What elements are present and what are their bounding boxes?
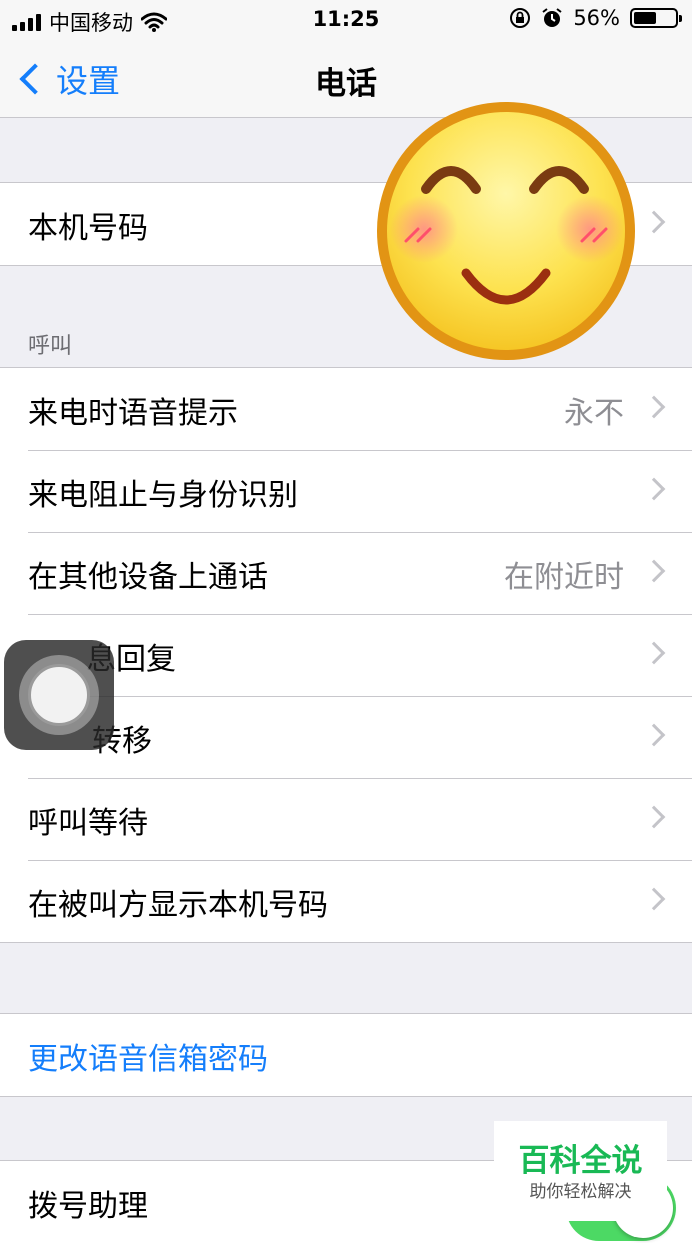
announce-calls-row[interactable]: 来电时语音提示 永不 [0, 368, 692, 450]
watermark-title: 百科全说 [518, 1143, 643, 1179]
dial-assist-label: 拨号助理 [28, 1189, 148, 1224]
chevron-right-icon [642, 723, 666, 747]
chevron-right-icon [642, 641, 666, 665]
voicemail-group: 更改语音信箱密码 [0, 1013, 692, 1097]
assistive-touch-button[interactable] [4, 640, 114, 750]
chevron-right-icon [642, 805, 666, 829]
watermark: 百科全说 助你轻松解决 [494, 1121, 667, 1221]
chevron-right-icon [642, 210, 666, 234]
calls-on-other-devices-row[interactable]: 在其他设备上通话 在附近时 [0, 532, 692, 614]
orientation-lock-icon [510, 8, 531, 28]
calls-section-header: 呼叫 [28, 334, 73, 359]
row-label: 来电阻止与身份识别 [28, 478, 298, 513]
assistive-touch-inner [28, 664, 90, 726]
chevron-right-icon [642, 477, 666, 501]
chevron-right-icon [642, 395, 666, 419]
smiley-emoji-icon [377, 102, 635, 360]
call-waiting-row[interactable]: 呼叫等待 [0, 778, 692, 860]
row-label: 呼叫等待 [28, 806, 148, 841]
chevron-right-icon [642, 559, 666, 583]
row-label: 在其他设备上通话 [28, 560, 268, 595]
status-bar: 中国移动 11:25 56% [0, 0, 692, 40]
call-blocking-row[interactable]: 来电阻止与身份识别 [0, 450, 692, 532]
row-label: 来电时语音提示 [28, 396, 238, 431]
change-voicemail-password-row[interactable]: 更改语音信箱密码 [0, 1014, 692, 1096]
watermark-subtitle: 助你轻松解决 [529, 1182, 632, 1202]
change-voicemail-password-link[interactable]: 更改语音信箱密码 [28, 1034, 268, 1078]
page-title: 电话 [315, 66, 377, 102]
chevron-right-icon [642, 887, 666, 911]
battery-percent: 56% [573, 6, 620, 30]
assistive-touch-ring [19, 655, 99, 735]
my-number-label: 本机号码 [28, 211, 148, 246]
row-value: 在附近时 [504, 560, 624, 595]
status-right: 56% [509, 6, 682, 30]
alarm-icon [542, 8, 562, 27]
show-caller-id-row[interactable]: 在被叫方显示本机号码 [0, 860, 692, 942]
row-label: 在被叫方显示本机号码 [28, 888, 328, 923]
battery-icon [630, 8, 682, 28]
row-value: 永不 [564, 396, 624, 431]
